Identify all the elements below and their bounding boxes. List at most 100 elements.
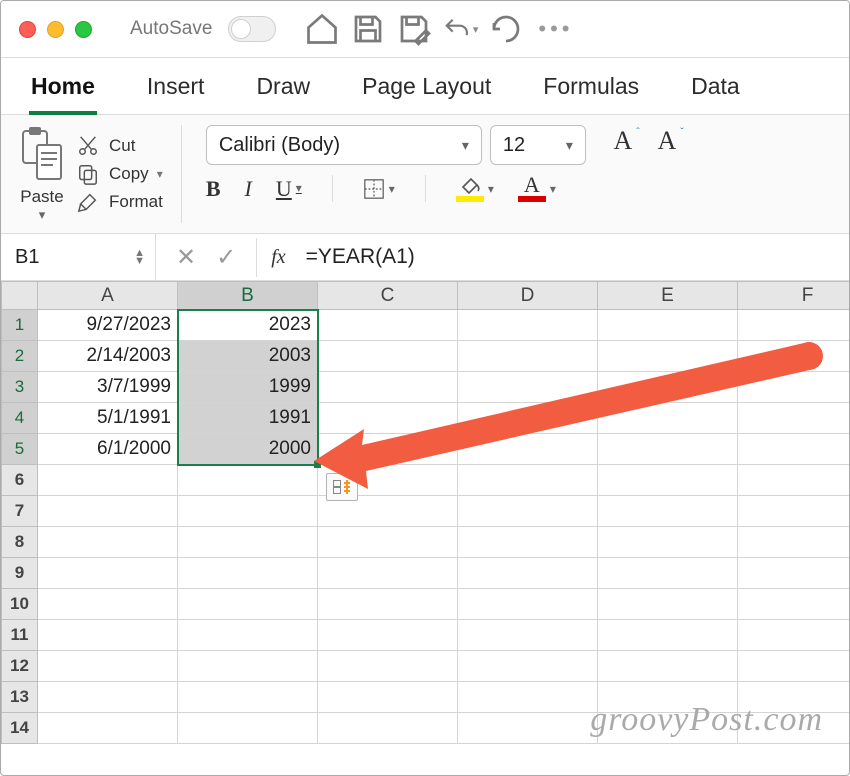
cell-E10[interactable] xyxy=(598,589,738,620)
borders-button[interactable]: ▾ xyxy=(363,178,395,200)
row-header-5[interactable]: 5 xyxy=(2,434,38,465)
cell-E7[interactable] xyxy=(598,496,738,527)
cell-B14[interactable] xyxy=(178,713,318,744)
font-name-dropdown[interactable]: Calibri (Body) ▾ xyxy=(206,125,482,165)
column-header-A[interactable]: A xyxy=(38,282,178,310)
copy-button[interactable]: Copy ▾ xyxy=(75,163,163,185)
cell-E3[interactable] xyxy=(598,372,738,403)
column-header-C[interactable]: C xyxy=(318,282,458,310)
cell-D10[interactable] xyxy=(458,589,598,620)
cell-B7[interactable] xyxy=(178,496,318,527)
cell-B10[interactable] xyxy=(178,589,318,620)
cell-D5[interactable] xyxy=(458,434,598,465)
cell-D2[interactable] xyxy=(458,341,598,372)
cell-B4[interactable]: 1991 xyxy=(178,403,318,434)
redo-button[interactable] xyxy=(488,11,524,47)
cell-A1[interactable]: 9/27/2023 xyxy=(38,310,178,341)
cell-A3[interactable]: 3/7/1999 xyxy=(38,372,178,403)
row-header-13[interactable]: 13 xyxy=(2,682,38,713)
column-header-B[interactable]: B xyxy=(178,282,318,310)
home-icon[interactable] xyxy=(304,11,340,47)
cell-C1[interactable] xyxy=(318,310,458,341)
column-header-F[interactable]: F xyxy=(738,282,850,310)
formula-input[interactable]: =YEAR(A1) xyxy=(300,245,849,269)
row-header-12[interactable]: 12 xyxy=(2,651,38,682)
font-color-button[interactable]: A ▾ xyxy=(518,175,556,202)
row-header-8[interactable]: 8 xyxy=(2,527,38,558)
cell-A7[interactable] xyxy=(38,496,178,527)
cell-C9[interactable] xyxy=(318,558,458,589)
select-all-corner[interactable] xyxy=(2,282,38,310)
column-header-E[interactable]: E xyxy=(598,282,738,310)
fx-label[interactable]: fx xyxy=(256,238,299,277)
underline-button[interactable]: U▾ xyxy=(276,176,302,202)
spreadsheet-grid[interactable]: ABCDEF 19/27/20232023 22/14/20032003 33/7/… xyxy=(1,281,849,744)
cell-C8[interactable] xyxy=(318,527,458,558)
minimize-window-button[interactable] xyxy=(47,21,64,38)
more-icon[interactable]: ••• xyxy=(538,16,573,42)
row-header-9[interactable]: 9 xyxy=(2,558,38,589)
cell-C12[interactable] xyxy=(318,651,458,682)
cell-D14[interactable] xyxy=(458,713,598,744)
cell-A4[interactable]: 5/1/1991 xyxy=(38,403,178,434)
tab-draw[interactable]: Draw xyxy=(254,63,312,114)
row-header-10[interactable]: 10 xyxy=(2,589,38,620)
cell-B5[interactable]: 2000 xyxy=(178,434,318,465)
name-box[interactable]: B1 ▲▼ xyxy=(1,234,156,280)
cell-C10[interactable] xyxy=(318,589,458,620)
cell-A10[interactable] xyxy=(38,589,178,620)
cell-C14[interactable] xyxy=(318,713,458,744)
cell-F1[interactable] xyxy=(738,310,850,341)
cell-C3[interactable] xyxy=(318,372,458,403)
tab-page-layout[interactable]: Page Layout xyxy=(360,63,493,114)
cell-A11[interactable] xyxy=(38,620,178,651)
cell-C5[interactable] xyxy=(318,434,458,465)
row-header-7[interactable]: 7 xyxy=(2,496,38,527)
cell-B1[interactable]: 2023 xyxy=(178,310,318,341)
bold-button[interactable]: B xyxy=(206,176,221,202)
cell-F8[interactable] xyxy=(738,527,850,558)
cell-B6[interactable] xyxy=(178,465,318,496)
cell-A12[interactable] xyxy=(38,651,178,682)
cell-A2[interactable]: 2/14/2003 xyxy=(38,341,178,372)
cell-C13[interactable] xyxy=(318,682,458,713)
cell-D1[interactable] xyxy=(458,310,598,341)
font-size-dropdown[interactable]: 12 ▾ xyxy=(490,125,586,165)
undo-button[interactable]: ▾ xyxy=(442,11,478,47)
autosave-toggle[interactable] xyxy=(228,16,276,42)
cell-F6[interactable] xyxy=(738,465,850,496)
cancel-formula-button[interactable]: ✕ xyxy=(176,243,196,272)
cell-D12[interactable] xyxy=(458,651,598,682)
cell-A13[interactable] xyxy=(38,682,178,713)
row-header-1[interactable]: 1 xyxy=(2,310,38,341)
cell-E9[interactable] xyxy=(598,558,738,589)
row-header-3[interactable]: 3 xyxy=(2,372,38,403)
cell-E11[interactable] xyxy=(598,620,738,651)
column-header-D[interactable]: D xyxy=(458,282,598,310)
tab-data[interactable]: Data xyxy=(689,63,742,114)
tab-insert[interactable]: Insert xyxy=(145,63,207,114)
format-painter-button[interactable]: Format xyxy=(75,191,163,213)
cut-button[interactable]: Cut xyxy=(75,135,163,157)
cell-E8[interactable] xyxy=(598,527,738,558)
cell-B9[interactable] xyxy=(178,558,318,589)
cell-D13[interactable] xyxy=(458,682,598,713)
increase-font-size-button[interactable]: Aˆ xyxy=(604,126,642,164)
cell-D7[interactable] xyxy=(458,496,598,527)
autofill-options-button[interactable] xyxy=(326,473,358,501)
close-window-button[interactable] xyxy=(19,21,36,38)
save-edit-icon[interactable] xyxy=(396,11,432,47)
cell-E2[interactable] xyxy=(598,341,738,372)
decrease-font-size-button[interactable]: Aˇ xyxy=(648,126,686,164)
cell-B2[interactable]: 2003 xyxy=(178,341,318,372)
fill-color-button[interactable]: ▾ xyxy=(456,175,494,202)
cell-C4[interactable] xyxy=(318,403,458,434)
zoom-window-button[interactable] xyxy=(75,21,92,38)
cell-E6[interactable] xyxy=(598,465,738,496)
row-header-14[interactable]: 14 xyxy=(2,713,38,744)
cell-B8[interactable] xyxy=(178,527,318,558)
cell-B11[interactable] xyxy=(178,620,318,651)
cell-D3[interactable] xyxy=(458,372,598,403)
italic-button[interactable]: I xyxy=(245,176,252,202)
row-header-2[interactable]: 2 xyxy=(2,341,38,372)
